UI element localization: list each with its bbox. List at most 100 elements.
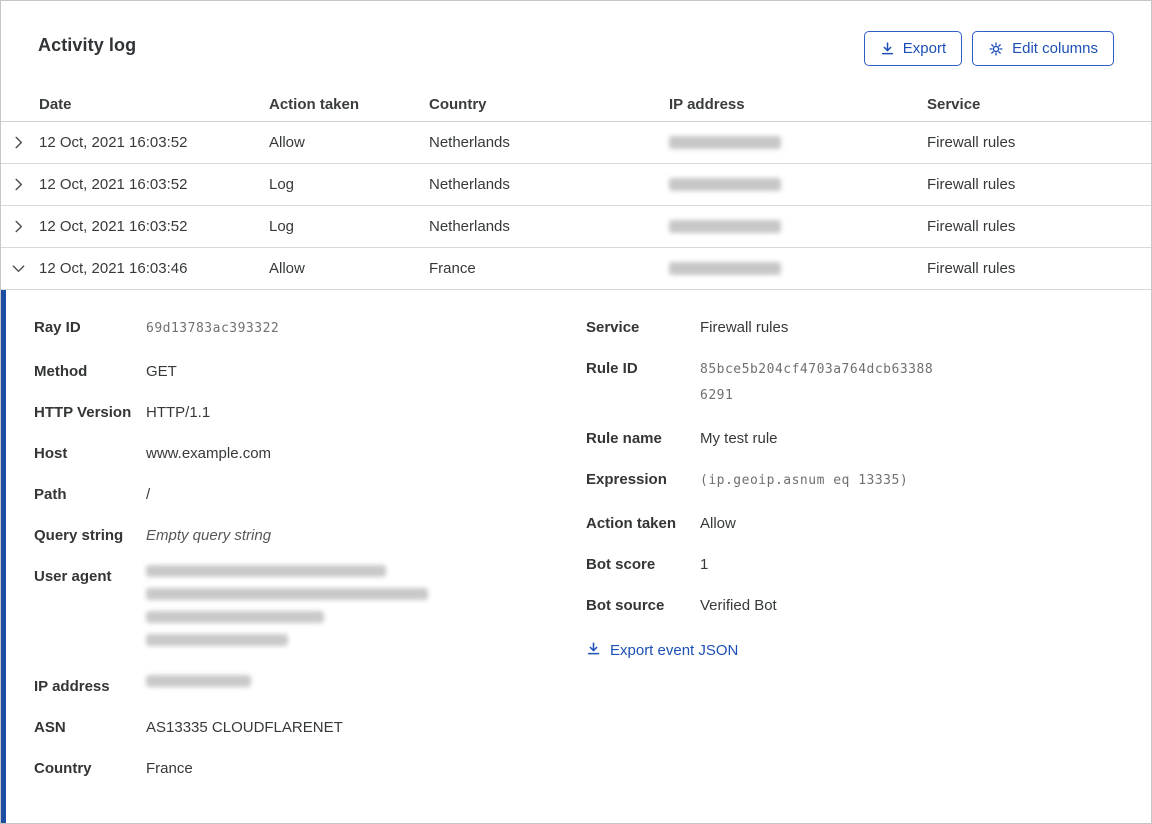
detail-field: Path / (34, 483, 586, 506)
detail-field: ASN AS13335 CLOUDFLARENET (34, 716, 586, 739)
redacted-ip-value (669, 136, 781, 149)
detail-field: Rule ID 85bce5b204cf4703a764dcb633886291 (586, 357, 1151, 409)
chevron-right-icon (12, 265, 25, 273)
redacted-text-line (146, 634, 288, 646)
detail-field-value (146, 565, 446, 657)
column-header-date: Date (39, 96, 72, 113)
header: Activity log Export Edit columns (1, 1, 1151, 66)
detail-field: Ray ID 69d13783ac393322 (34, 316, 586, 342)
cell-country: France (429, 260, 476, 277)
cell-service: Firewall rules (927, 260, 1016, 277)
redacted-text-line (146, 588, 428, 600)
detail-field-label: Country (34, 760, 92, 777)
detail-field: IP address (34, 675, 586, 698)
column-header-ip: IP address (669, 96, 745, 113)
cell-service: Firewall rules (927, 176, 1016, 193)
redacted-text-line (146, 611, 324, 623)
table-row[interactable]: 12 Oct, 2021 16:03:52 Log Netherlands Fi… (1, 206, 1151, 248)
cell-service: Firewall rules (927, 134, 1016, 151)
detail-field-value: 1 (700, 556, 709, 573)
detail-field-value: Verified Bot (700, 597, 777, 614)
detail-field-label: Rule ID (586, 360, 638, 377)
detail-field-label: Ray ID (34, 319, 81, 336)
header-actions: Export Edit columns (863, 31, 1114, 66)
detail-field-value: GET (146, 363, 177, 380)
cell-country: Netherlands (429, 176, 510, 193)
cell-country: Netherlands (429, 134, 510, 151)
cell-ip (669, 220, 927, 233)
detail-right-fields: Service Firewall rules Rule ID 85bce5b20… (586, 316, 1151, 617)
cell-ip (669, 178, 927, 191)
export-button[interactable]: Export (863, 31, 963, 66)
expand-chevron-button[interactable] (1, 177, 39, 192)
activity-log-window: Activity log Export Edit columns Date Ac… (0, 0, 1152, 824)
cell-date: 12 Oct, 2021 16:03:52 (39, 134, 188, 151)
detail-field-value (146, 675, 446, 698)
expand-chevron-button[interactable] (1, 261, 39, 276)
export-event-json-link[interactable]: Export event JSON (586, 641, 738, 660)
detail-field-label: Bot score (586, 556, 656, 573)
cell-ip (669, 136, 927, 149)
detail-field: Bot source Verified Bot (586, 594, 1151, 617)
detail-left-column: Ray ID 69d13783ac393322 Method GET HTTP … (34, 316, 586, 798)
cell-date: 12 Oct, 2021 16:03:46 (39, 260, 188, 277)
detail-field: Action taken Allow (586, 512, 1151, 535)
edit-columns-button[interactable]: Edit columns (972, 31, 1114, 66)
detail-field: Rule name My test rule (586, 427, 1151, 450)
detail-field-label: HTTP Version (34, 404, 132, 421)
detail-field-label: Method (34, 363, 88, 380)
export-button-label: Export (902, 40, 947, 57)
download-icon (586, 641, 601, 660)
edit-columns-button-label: Edit columns (1012, 40, 1098, 57)
detail-field-value: 85bce5b204cf4703a764dcb633886291 (700, 362, 934, 403)
detail-field: Query string Empty query string (34, 524, 586, 547)
detail-field-label: Path (34, 486, 67, 503)
expand-chevron-button[interactable] (1, 219, 39, 234)
detail-field-label: User agent (34, 568, 112, 585)
detail-field: HTTP Version HTTP/1.1 (34, 401, 586, 424)
detail-field-label: Service (586, 319, 640, 336)
detail-field-value: Allow (700, 515, 736, 532)
table-header-row: Date Action taken Country IP address Ser… (1, 88, 1151, 122)
detail-field-value: (ip.geoip.asnum eq 13335) (700, 473, 909, 488)
column-header-country: Country (429, 96, 487, 113)
chevron-right-icon (15, 136, 23, 149)
detail-field-label: Expression (586, 471, 667, 488)
chevron-right-icon (15, 178, 23, 191)
cell-service: Firewall rules (927, 218, 1016, 235)
table-row[interactable]: 12 Oct, 2021 16:03:52 Log Netherlands Fi… (1, 164, 1151, 206)
table-row[interactable]: 12 Oct, 2021 16:03:52 Allow Netherlands … (1, 122, 1151, 164)
detail-field-label: Query string (34, 527, 124, 544)
activity-table: Date Action taken Country IP address Ser… (1, 88, 1151, 290)
detail-field-label: Bot source (586, 597, 665, 614)
detail-right-column: Service Firewall rules Rule ID 85bce5b20… (586, 316, 1151, 798)
gear-icon (988, 41, 1004, 57)
detail-field-value: 69d13783ac393322 (146, 321, 280, 336)
table-body: 12 Oct, 2021 16:03:52 Allow Netherlands … (1, 122, 1151, 290)
detail-field-label: IP address (34, 678, 110, 695)
detail-field-value: / (146, 486, 151, 503)
page-title: Activity log (38, 35, 137, 55)
detail-field-value: Firewall rules (700, 319, 789, 336)
redacted-ip-value (669, 220, 781, 233)
redacted-text-line (146, 565, 386, 577)
detail-field: Host www.example.com (34, 442, 586, 465)
column-header-service: Service (927, 96, 981, 113)
event-detail-panel: Ray ID 69d13783ac393322 Method GET HTTP … (1, 290, 1151, 823)
detail-field-label: Action taken (586, 515, 677, 532)
detail-field-value: My test rule (700, 430, 778, 447)
cell-country: Netherlands (429, 218, 510, 235)
redacted-ip-value (669, 178, 781, 191)
cell-action: Log (269, 176, 295, 193)
detail-field-label: Rule name (586, 430, 662, 447)
detail-field: Service Firewall rules (586, 316, 1151, 339)
cell-ip (669, 262, 927, 275)
expand-chevron-button[interactable] (1, 135, 39, 150)
cell-date: 12 Oct, 2021 16:03:52 (39, 218, 188, 235)
redacted-text-line (146, 675, 251, 687)
detail-field-label: ASN (34, 719, 66, 736)
detail-field-value: Empty query string (146, 527, 272, 544)
table-row[interactable]: 12 Oct, 2021 16:03:46 Allow France Firew… (1, 248, 1151, 290)
detail-field-value: www.example.com (146, 445, 272, 462)
cell-date: 12 Oct, 2021 16:03:52 (39, 176, 188, 193)
